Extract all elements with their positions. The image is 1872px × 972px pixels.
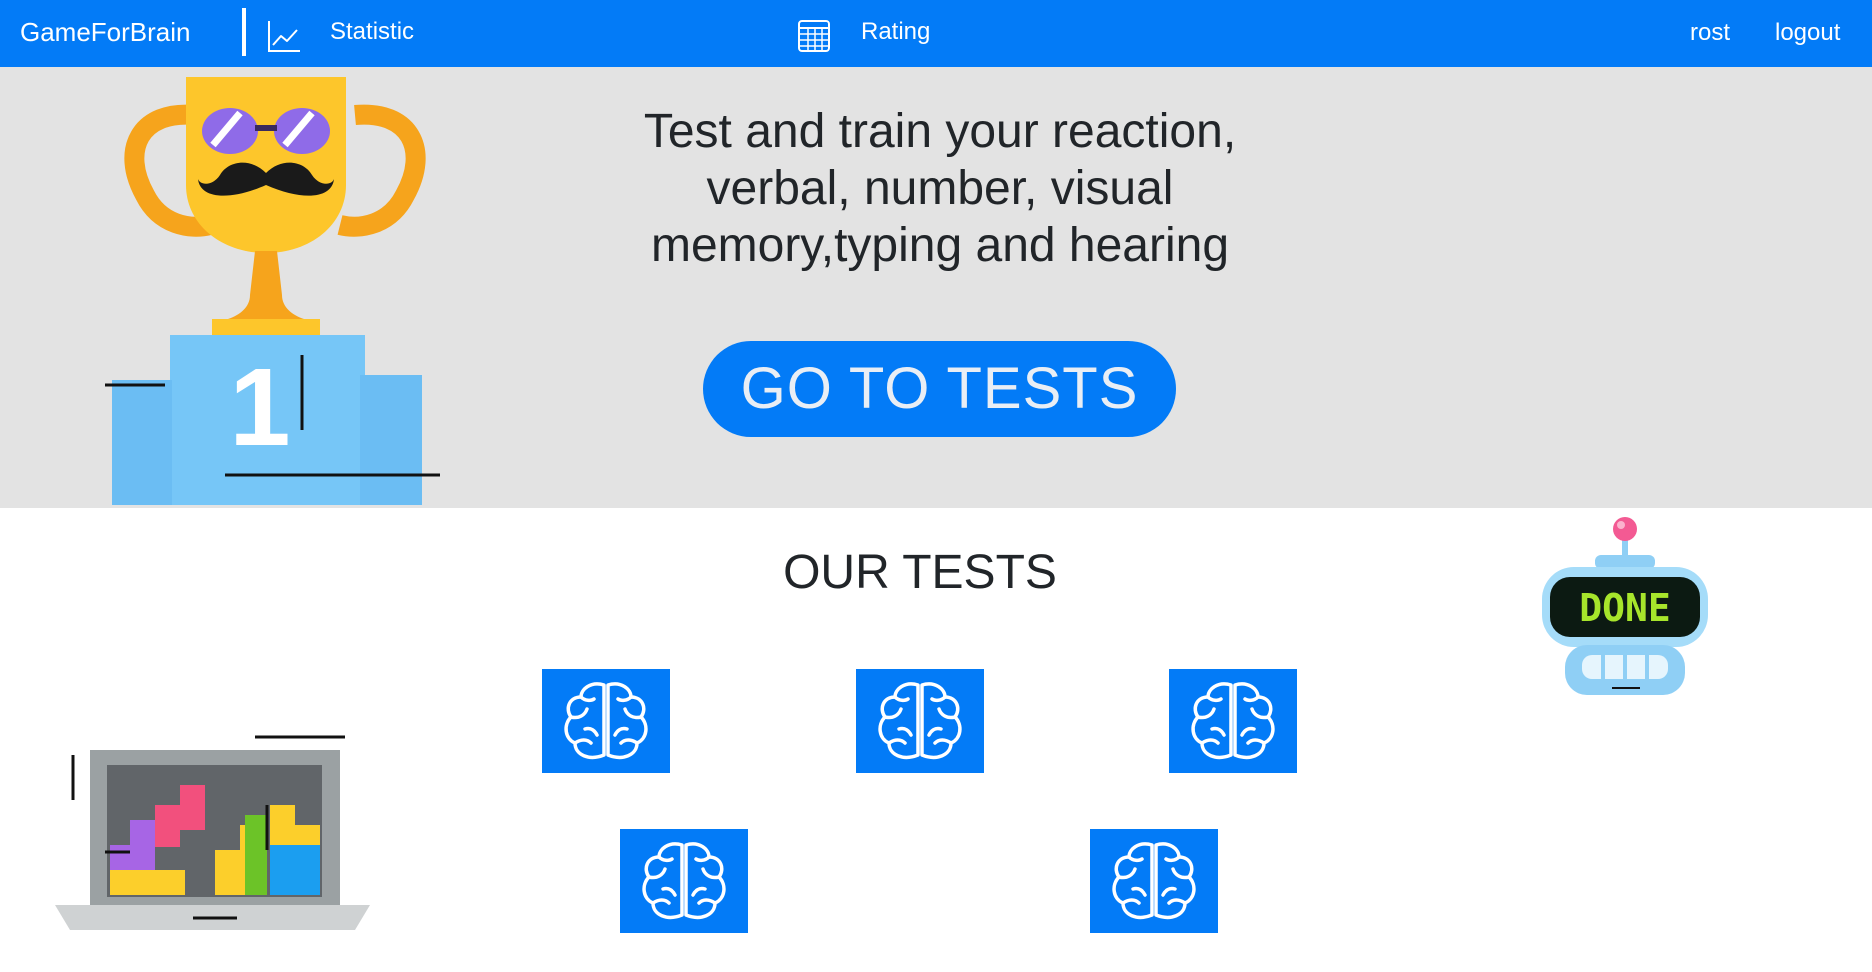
tetris-laptop-illustration <box>55 735 370 930</box>
brain-icon <box>1191 682 1275 760</box>
test-card[interactable] <box>542 669 670 773</box>
hero-headline-line: memory,typing and hearing <box>650 219 1230 272</box>
table-grid-icon[interactable] <box>796 18 832 54</box>
nav-user-link[interactable]: rost <box>1690 17 1730 49</box>
nav-statistic-link[interactable]: Statistic <box>330 16 414 48</box>
hero-headline: Test and train your reaction, verbal, nu… <box>560 103 1320 274</box>
test-card[interactable] <box>856 669 984 773</box>
test-card[interactable] <box>620 829 748 933</box>
brain-icon <box>878 682 962 760</box>
svg-text:1: 1 <box>229 346 290 469</box>
test-card[interactable] <box>1090 829 1218 933</box>
go-to-tests-button[interactable]: GO TO TESTS <box>703 341 1176 437</box>
brain-icon <box>1112 842 1196 920</box>
nav-divider <box>242 8 246 56</box>
hero-headline-line: Test and train your reaction, <box>643 105 1237 158</box>
top-navbar: GameForBrain Statistic Rating rost logou… <box>0 0 1872 67</box>
robot-done-illustration: DONE <box>1542 517 1708 695</box>
nav-logout-link[interactable]: logout <box>1775 17 1840 49</box>
hero-headline-line: verbal, number, visual <box>706 162 1174 215</box>
chart-line-icon[interactable] <box>266 18 302 54</box>
trophy-podium-illustration: 1 <box>105 77 440 505</box>
brain-icon <box>564 682 648 760</box>
hero-banner: 1 Test and train your reaction, verbal, … <box>0 67 1872 508</box>
test-card[interactable] <box>1169 669 1297 773</box>
brand-link[interactable]: GameForBrain <box>20 16 191 48</box>
section-title: OUR TESTS <box>783 546 1057 599</box>
brain-icon <box>642 842 726 920</box>
svg-text:DONE: DONE <box>1579 586 1671 630</box>
nav-rating-link[interactable]: Rating <box>861 16 930 48</box>
